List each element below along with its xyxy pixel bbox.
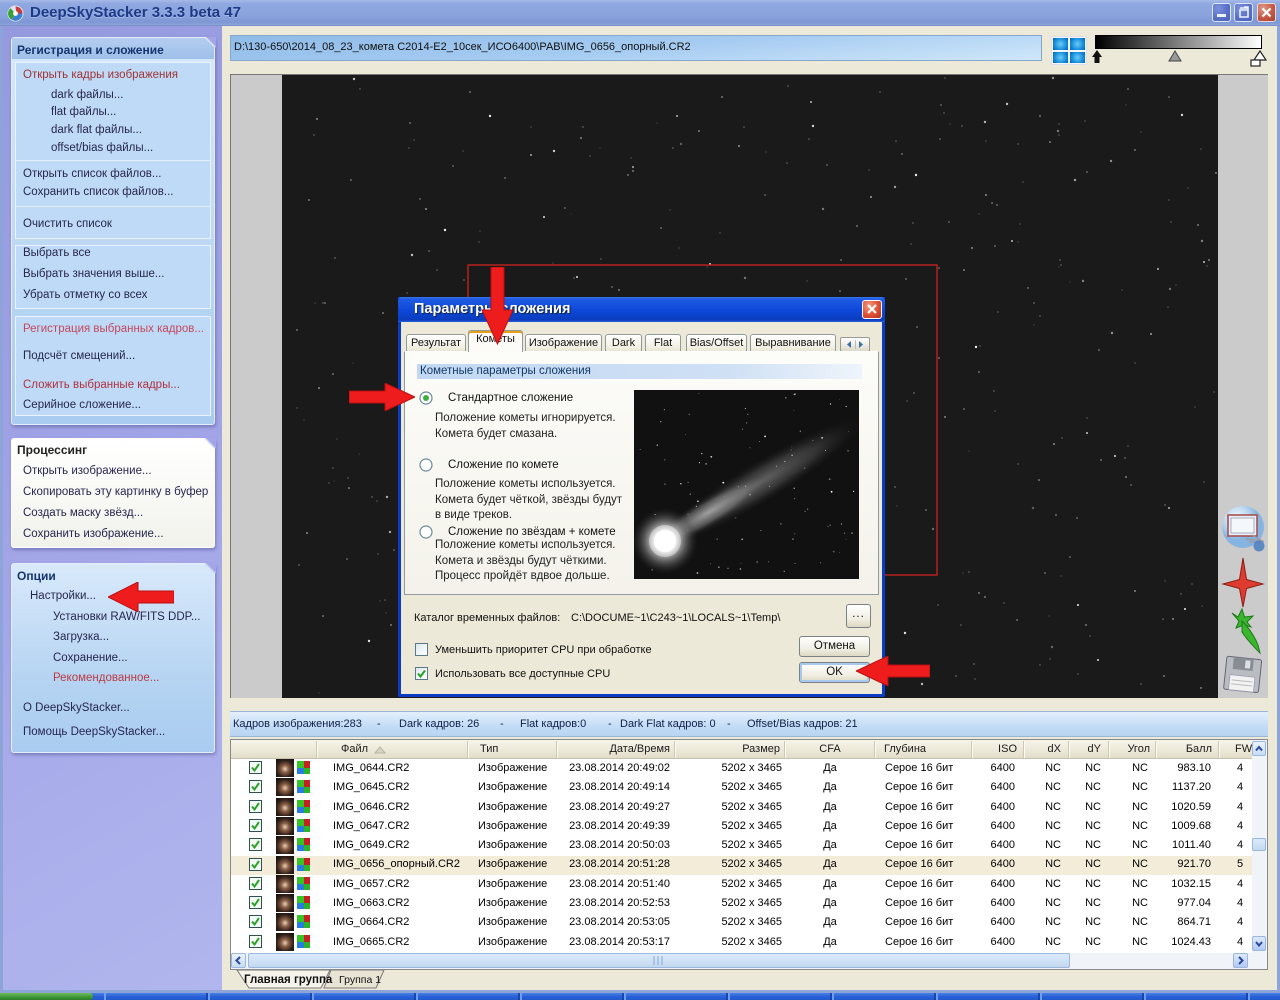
- svg-text:Группа 1: Группа 1: [339, 974, 381, 986]
- svg-text:Главная группа: Главная группа: [244, 974, 333, 986]
